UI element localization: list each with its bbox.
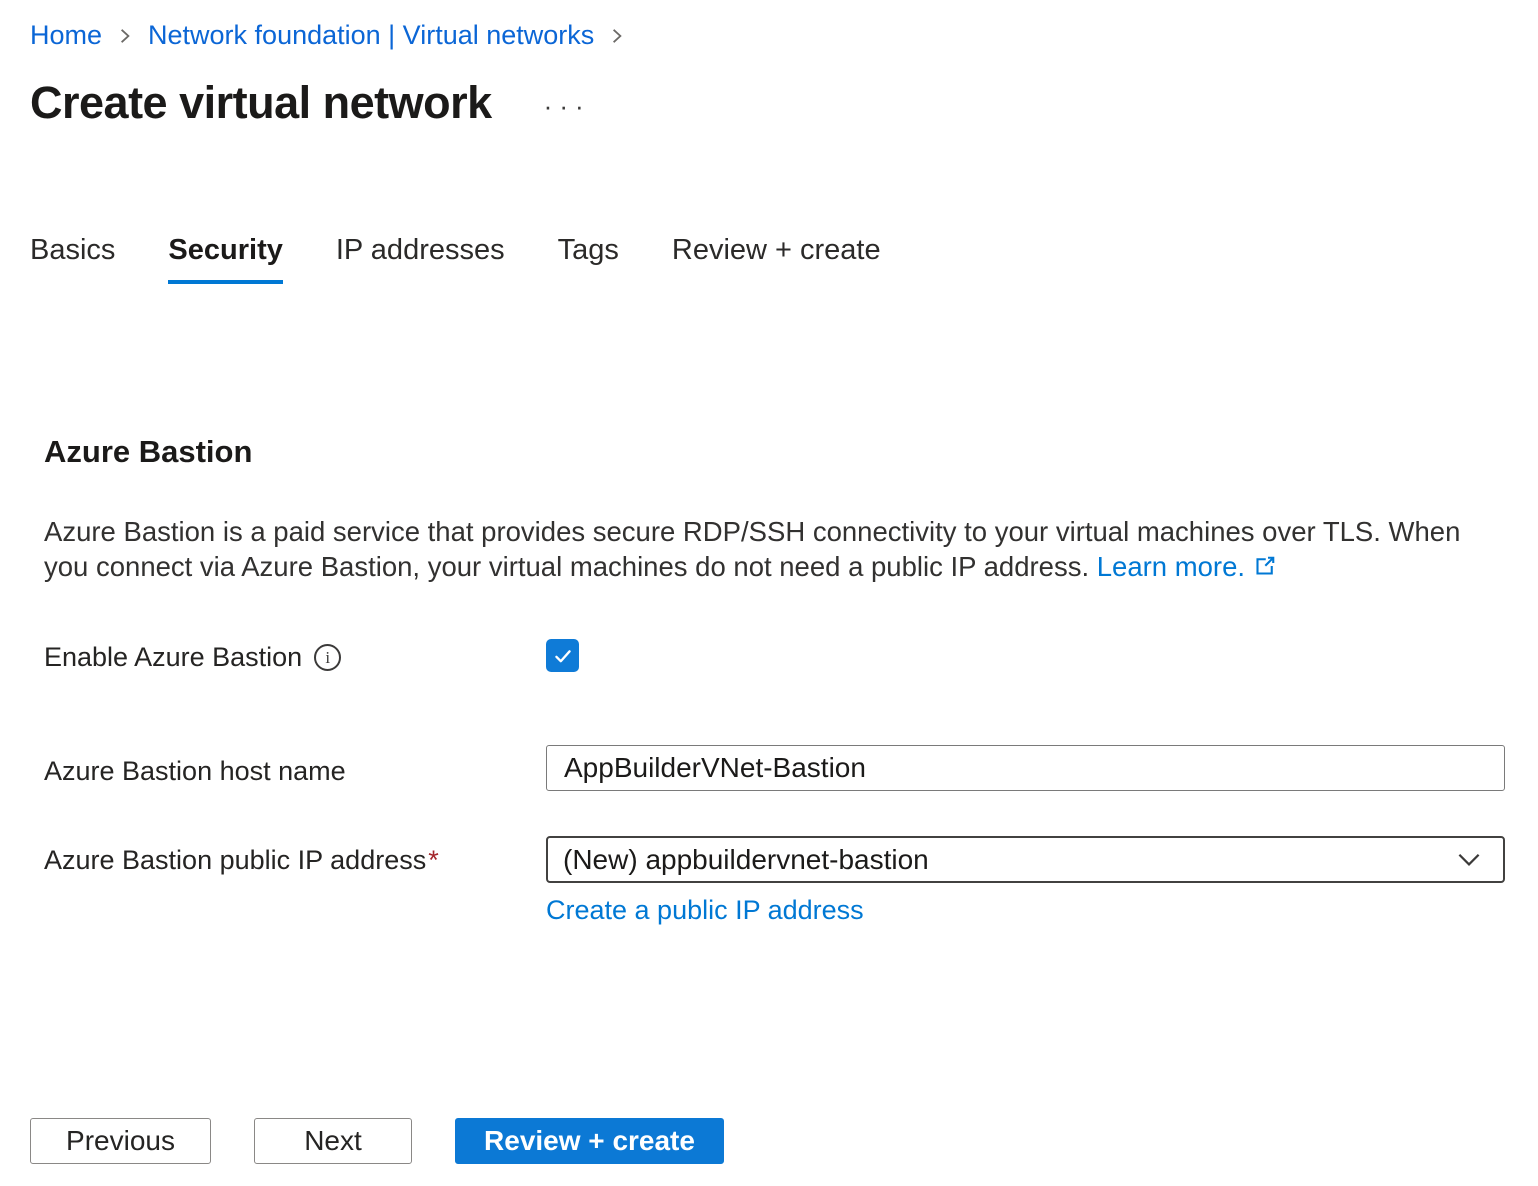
required-asterisk: * — [428, 845, 439, 875]
host-name-row: Azure Bastion host name — [44, 745, 1505, 791]
host-name-label-group: Azure Bastion host name — [44, 745, 546, 787]
breadcrumb-home-link[interactable]: Home — [30, 20, 102, 51]
wizard-tabs: Basics Security IP addresses Tags Review… — [30, 234, 1505, 284]
next-button[interactable]: Next — [254, 1118, 412, 1164]
chevron-right-icon — [608, 27, 626, 45]
tab-ip-addresses[interactable]: IP addresses — [336, 234, 505, 284]
enable-bastion-label: Enable Azure Bastion — [44, 642, 302, 673]
create-public-ip-link[interactable]: Create a public IP address — [546, 895, 864, 926]
enable-bastion-label-group: Enable Azure Bastion i — [44, 639, 546, 673]
public-ip-dropdown[interactable]: (New) appbuildervnet-bastion — [546, 836, 1505, 883]
public-ip-row: Azure Bastion public IP address* (New) a… — [44, 836, 1505, 926]
host-name-label: Azure Bastion host name — [44, 756, 346, 787]
enable-bastion-control — [546, 639, 1505, 672]
page-title: Create virtual network — [30, 77, 492, 129]
more-options-button[interactable]: ··· — [544, 85, 591, 122]
title-row: Create virtual network ··· — [30, 77, 1505, 129]
breadcrumb-virtual-networks-link[interactable]: Network foundation | Virtual networks — [148, 20, 594, 51]
description-text: Azure Bastion is a paid service that pro… — [44, 516, 1460, 582]
create-virtual-network-page: Home Network foundation | Virtual networ… — [0, 0, 1538, 1164]
chevron-down-icon — [1455, 846, 1483, 874]
external-link-icon — [1253, 551, 1277, 575]
tab-basics[interactable]: Basics — [30, 234, 115, 284]
info-icon[interactable]: i — [314, 644, 341, 671]
host-name-input[interactable] — [546, 745, 1505, 791]
previous-button[interactable]: Previous — [30, 1118, 211, 1164]
enable-bastion-row: Enable Azure Bastion i — [44, 639, 1505, 673]
breadcrumb: Home Network foundation | Virtual networ… — [30, 20, 1505, 51]
tab-tags[interactable]: Tags — [558, 234, 619, 284]
public-ip-selected-value: (New) appbuildervnet-bastion — [563, 844, 929, 876]
tab-review-create[interactable]: Review + create — [672, 234, 881, 284]
learn-more-link[interactable]: Learn more. — [1097, 551, 1245, 582]
security-tab-content: Azure Bastion Azure Bastion is a paid se… — [44, 434, 1505, 1164]
checkmark-icon — [552, 645, 574, 667]
public-ip-label-group: Azure Bastion public IP address* — [44, 836, 546, 876]
wizard-footer: Previous Next Review + create — [30, 1118, 1505, 1164]
public-ip-label: Azure Bastion public IP address* — [44, 845, 439, 876]
chevron-right-icon — [116, 27, 134, 45]
enable-bastion-checkbox[interactable] — [546, 639, 579, 672]
public-ip-control: (New) appbuildervnet-bastion Create a pu… — [546, 836, 1505, 926]
azure-bastion-heading: Azure Bastion — [44, 434, 1505, 470]
host-name-control — [546, 745, 1505, 791]
review-create-button[interactable]: Review + create — [455, 1118, 724, 1164]
azure-bastion-description: Azure Bastion is a paid service that pro… — [44, 514, 1505, 584]
tab-security[interactable]: Security — [168, 234, 282, 284]
